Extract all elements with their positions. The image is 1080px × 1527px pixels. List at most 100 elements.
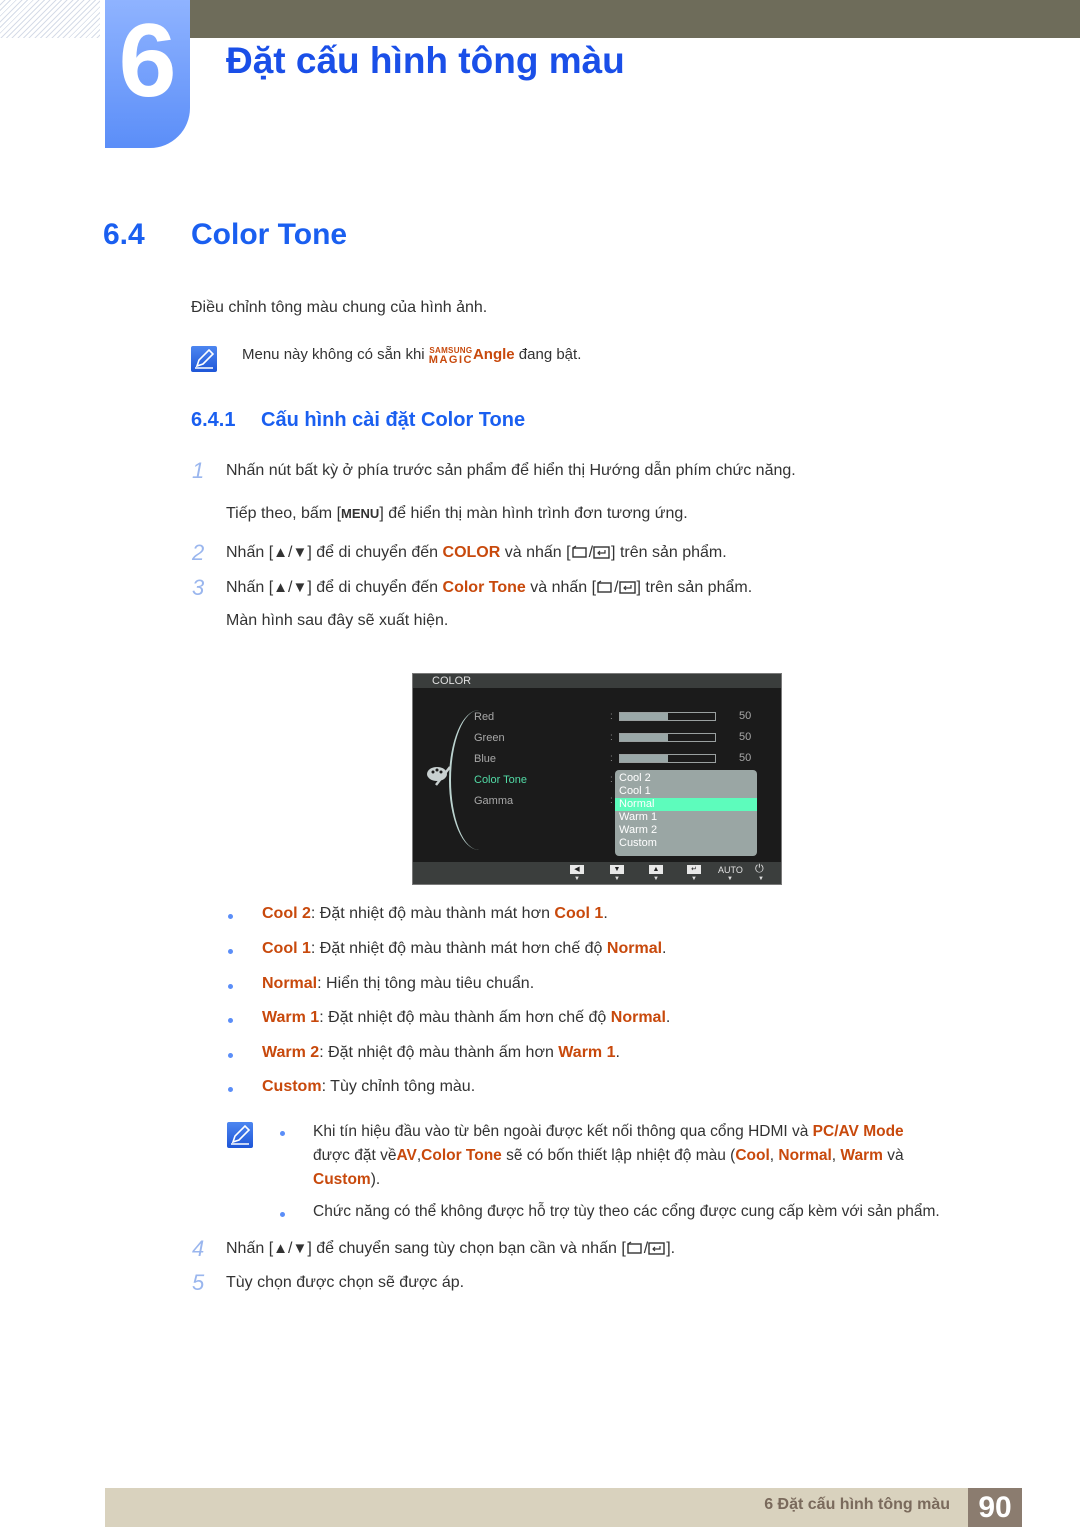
chapter-badge: 6 (105, 0, 190, 148)
indicator-icon: ▼ (574, 876, 580, 882)
source-button-icon (627, 1241, 642, 1254)
slider-fill (620, 713, 668, 720)
note-text-before: Menu này không có sẵn khi (242, 346, 429, 363)
osd-slider-blue[interactable] (619, 754, 716, 763)
palette-icon (427, 766, 451, 786)
up-arrow-icon: ▲ (273, 1240, 288, 1257)
text: ). (370, 1171, 381, 1188)
text: . (603, 905, 608, 922)
down-arrow-icon: ▼ (292, 1240, 308, 1257)
up-arrow-icon: ▲ (273, 544, 288, 561)
osd-colon: : (610, 732, 613, 743)
bullet-icon (228, 1053, 233, 1058)
text: và (882, 1147, 904, 1164)
osd-footer: ◀ ▼ ▲ ↵ AUTO ⏻ ▼ ▼ ▼ ▼ ▼ ▼ (413, 862, 781, 884)
bullet-icon (228, 1087, 233, 1092)
option-warm-2[interactable]: Warm 2 (615, 824, 757, 837)
indicator-icon: ▼ (758, 876, 764, 882)
up-button-icon[interactable]: ▲ (649, 865, 663, 874)
osd-item-gamma[interactable]: Gamma (474, 795, 513, 807)
subsection-heading: 6.4.1 Cấu hình cài đặt Color Tone (191, 409, 525, 432)
osd-item-blue[interactable]: Blue (474, 753, 496, 765)
indicator-icon: ▼ (691, 876, 697, 882)
enter-button-icon (593, 546, 610, 559)
option-desc-custom: Custom: Tùy chỉnh tông màu. (262, 1078, 475, 1096)
option-name: Custom (262, 1078, 322, 1095)
highlight-color: COLOR (442, 544, 501, 561)
option-normal[interactable]: Normal (615, 798, 757, 811)
note-port-support: Chức năng có thể không được hỗ trợ tùy t… (313, 1203, 940, 1220)
enter-button-icon[interactable]: ↵ (687, 865, 701, 874)
highlight-normal: Normal (778, 1147, 832, 1164)
bullet-icon (228, 914, 233, 919)
text: ] trên sản phẩm. (611, 544, 727, 561)
note-text-after: đang bật. (514, 346, 582, 363)
slider-fill (620, 734, 668, 741)
down-button-icon[interactable]: ▼ (610, 865, 624, 874)
option-name: Warm 2 (262, 1044, 320, 1061)
text: ] để chuyển sang tùy chọn bạn cần và nhấ… (307, 1240, 626, 1257)
text: : Đặt nhiệt độ màu thành ấm hơn chế độ (319, 1009, 611, 1026)
brand-angle: Angle (472, 346, 515, 363)
footer-chapter-title: 6 Đặt cấu hình tông màu (764, 1496, 950, 1513)
power-button-icon[interactable]: ⏻ (755, 863, 764, 876)
option-desc-warm-2: Warm 2: Đặt nhiệt độ màu thành ấm hơn Wa… (262, 1044, 620, 1062)
osd-item-green[interactable]: Green (474, 732, 505, 744)
bullet-icon (280, 1212, 285, 1217)
step-2-text: Nhấn [▲/▼] để di chuyển đến COLOR và nhấ… (226, 544, 727, 562)
bullet-icon (228, 1018, 233, 1023)
option-ref: Warm 1 (558, 1044, 616, 1061)
option-name: Warm 1 (262, 1009, 320, 1026)
text: Tiếp theo, bấm [ (226, 505, 342, 522)
note-hdmi-line-2: được đặt vềAV,Color Tone sẽ có bốn thiết… (313, 1147, 904, 1165)
osd-value-green: 50 (739, 731, 752, 743)
osd-colon: : (610, 711, 613, 722)
option-cool-2[interactable]: Cool 2 (615, 772, 757, 785)
step-1-text: Nhấn nút bất kỳ ở phía trước sản phẩm để… (226, 462, 796, 479)
text: và nhấn [ (500, 544, 571, 561)
note-icon (191, 346, 217, 372)
header-bar (190, 0, 1080, 38)
up-arrow-icon: ▲ (273, 579, 288, 596)
color-tone-dropdown[interactable]: Cool 2 Cool 1 Normal Warm 1 Warm 2 Custo… (615, 770, 757, 856)
step-5-text: Tùy chọn được chọn sẽ được áp. (226, 1274, 465, 1291)
chapter-number: 6 (118, 3, 177, 119)
section-title: Color Tone (191, 218, 348, 251)
text: ] để hiển thị màn hình trình đơn tương ứ… (379, 505, 688, 522)
option-desc-normal: Normal: Hiển thị tông màu tiêu chuẩn. (262, 975, 534, 993)
option-desc-cool-2: Cool 2: Đặt nhiệt độ màu thành mát hơn C… (262, 905, 608, 923)
left-button-icon[interactable]: ◀ (570, 865, 584, 874)
enter-button-icon (648, 1242, 665, 1255)
option-ref: Normal (606, 940, 663, 957)
step-4-text: Nhấn [▲/▼] để chuyển sang tùy chọn bạn c… (226, 1240, 675, 1258)
down-arrow-icon: ▼ (292, 579, 308, 596)
highlight-custom: Custom (313, 1171, 371, 1188)
text: Nhấn [ (226, 579, 274, 596)
enter-button-icon (618, 581, 636, 594)
osd-slider-green[interactable] (619, 733, 716, 742)
text: ] trên sản phẩm. (636, 579, 753, 596)
option-custom[interactable]: Custom (615, 837, 757, 850)
text: ]. (666, 1240, 676, 1257)
option-warm-1[interactable]: Warm 1 (615, 811, 757, 824)
osd-item-color-tone[interactable]: Color Tone (474, 774, 527, 786)
osd-colon: : (610, 795, 613, 806)
osd-slider-red[interactable] (619, 712, 716, 721)
text: Nhấn [ (226, 1240, 274, 1257)
auto-button[interactable]: AUTO (718, 865, 743, 875)
option-name: Normal (262, 975, 318, 992)
highlight-pc-av-mode: PC/AV Mode (812, 1123, 904, 1140)
brand-magic: MAGIC (428, 354, 473, 366)
option-cool-1[interactable]: Cool 1 (615, 785, 757, 798)
bullet-icon (280, 1131, 285, 1136)
source-button-icon (597, 580, 612, 593)
osd-item-red[interactable]: Red (474, 711, 494, 723)
bullet-icon (228, 949, 233, 954)
highlight-cool: Cool (735, 1147, 770, 1164)
option-name: Cool 1 (262, 940, 311, 957)
samsung-magic-logo: SAMSUNG MAGIC (429, 347, 473, 366)
step-number: 2 (192, 540, 205, 565)
indicator-icon: ▼ (727, 876, 733, 882)
step-3b-text: Màn hình sau đây sẽ xuất hiện. (226, 612, 449, 629)
osd-value-blue: 50 (739, 752, 752, 764)
